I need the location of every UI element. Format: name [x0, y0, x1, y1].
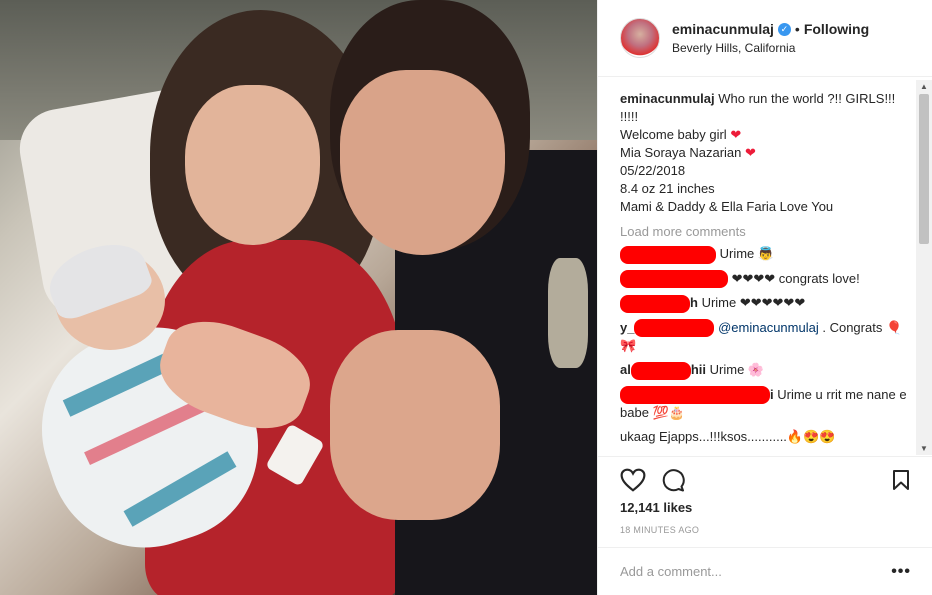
scroll-up-arrow-icon[interactable]: ▲ [920, 82, 928, 91]
post-header: eminacunmulaj ✓ • Following Beverly Hill… [598, 0, 932, 77]
comment-text: ❤❤❤❤ congrats love! [731, 270, 860, 286]
comment-username-partial[interactable]: h [690, 295, 698, 310]
photo-shirt-logo [548, 258, 588, 368]
redacted-username [620, 245, 716, 264]
redacted-username [620, 294, 690, 313]
post-side-panel: eminacunmulaj ✓ • Following Beverly Hill… [597, 0, 932, 595]
comment-item: al hii Urime 🌸 [620, 361, 911, 380]
heart-emoji-icon: ❤ [745, 145, 756, 160]
scroll-down-arrow-icon[interactable]: ▼ [920, 444, 928, 453]
action-bar [598, 456, 932, 502]
add-comment-bar: ••• [598, 547, 932, 595]
redacted-username [620, 270, 728, 289]
comment-text: Urime ❤❤❤❤❤❤ [701, 295, 806, 311]
comment-username-partial[interactable]: al [620, 362, 631, 377]
redacted-username [630, 361, 691, 380]
caption-line: Mami & Daddy & Ella Faria Love You [620, 199, 834, 214]
load-more-comments-button[interactable]: Load more comments [620, 224, 911, 239]
caption-line: 05/22/2018 [620, 163, 686, 178]
comment-item: Urime 👼 [620, 245, 911, 264]
comment-text: Urime 🌸 [709, 362, 765, 378]
heart-emoji-icon: ❤ [730, 127, 742, 142]
caption-line: 8.4 oz 21 inches [620, 181, 715, 196]
scrollbar-thumb[interactable] [919, 94, 929, 244]
following-button[interactable]: Following [804, 21, 869, 37]
avatar[interactable] [620, 18, 660, 58]
photo-father-hand [330, 330, 500, 520]
verified-badge-icon: ✓ [777, 22, 791, 36]
comments-scrollbar[interactable]: ▲ ▼ [916, 80, 932, 455]
header-text: eminacunmulaj ✓ • Following Beverly Hill… [672, 21, 869, 55]
comment-item: y_ @eminacunmulaj . Congrats 🎈🎀 [620, 319, 911, 356]
add-comment-input[interactable] [620, 564, 892, 579]
photo-father-face [340, 70, 505, 255]
comment-text: ukaag Ejapps...!!!ksos...........🔥😍😍 [620, 429, 836, 445]
likes-count[interactable]: 12,141 likes [620, 500, 692, 515]
heart-outline-icon[interactable] [620, 468, 646, 492]
comment-item: i Urime u rrit me nane e babe 💯🎂 [620, 386, 911, 423]
caption-username[interactable]: eminacunmulaj [620, 91, 715, 106]
caption-line: Welcome baby girl [620, 127, 727, 142]
comment-username-partial[interactable]: hii [691, 362, 706, 377]
comment-text: Urime 👼 [719, 246, 775, 261]
comment-username-partial[interactable]: y_ [620, 320, 634, 335]
redacted-username [634, 319, 715, 338]
comment-mention[interactable]: @eminacunmulaj [718, 320, 819, 335]
comments-list[interactable]: eminacunmulaj Who run the world ?!! GIRL… [598, 78, 932, 455]
comment-item: h Urime ❤❤❤❤❤❤ [620, 294, 911, 313]
comment-bubble-icon[interactable] [660, 468, 686, 492]
header-username[interactable]: eminacunmulaj [672, 21, 774, 37]
photo-mother-face [185, 85, 320, 245]
comment-username-partial[interactable]: i [770, 387, 774, 402]
comment-item: ukaag Ejapps...!!!ksos...........🔥😍😍 [620, 428, 911, 446]
location-link[interactable]: Beverly Hills, California [672, 41, 869, 55]
post-timestamp[interactable]: 18 MINUTES AGO [620, 525, 699, 535]
more-options-icon[interactable]: ••• [891, 563, 911, 581]
bookmark-icon[interactable] [891, 469, 911, 491]
comment-item: ❤❤❤❤ congrats love! [620, 270, 911, 289]
header-user-row: eminacunmulaj ✓ • Following [672, 21, 869, 37]
redacted-username [620, 386, 770, 405]
post-modal: eminacunmulaj ✓ • Following Beverly Hill… [0, 0, 932, 595]
post-photo[interactable] [0, 0, 597, 595]
caption-line: Mia Soraya Nazarian [620, 145, 742, 160]
separator-dot: • [794, 21, 800, 37]
caption: eminacunmulaj Who run the world ?!! GIRL… [620, 90, 911, 216]
